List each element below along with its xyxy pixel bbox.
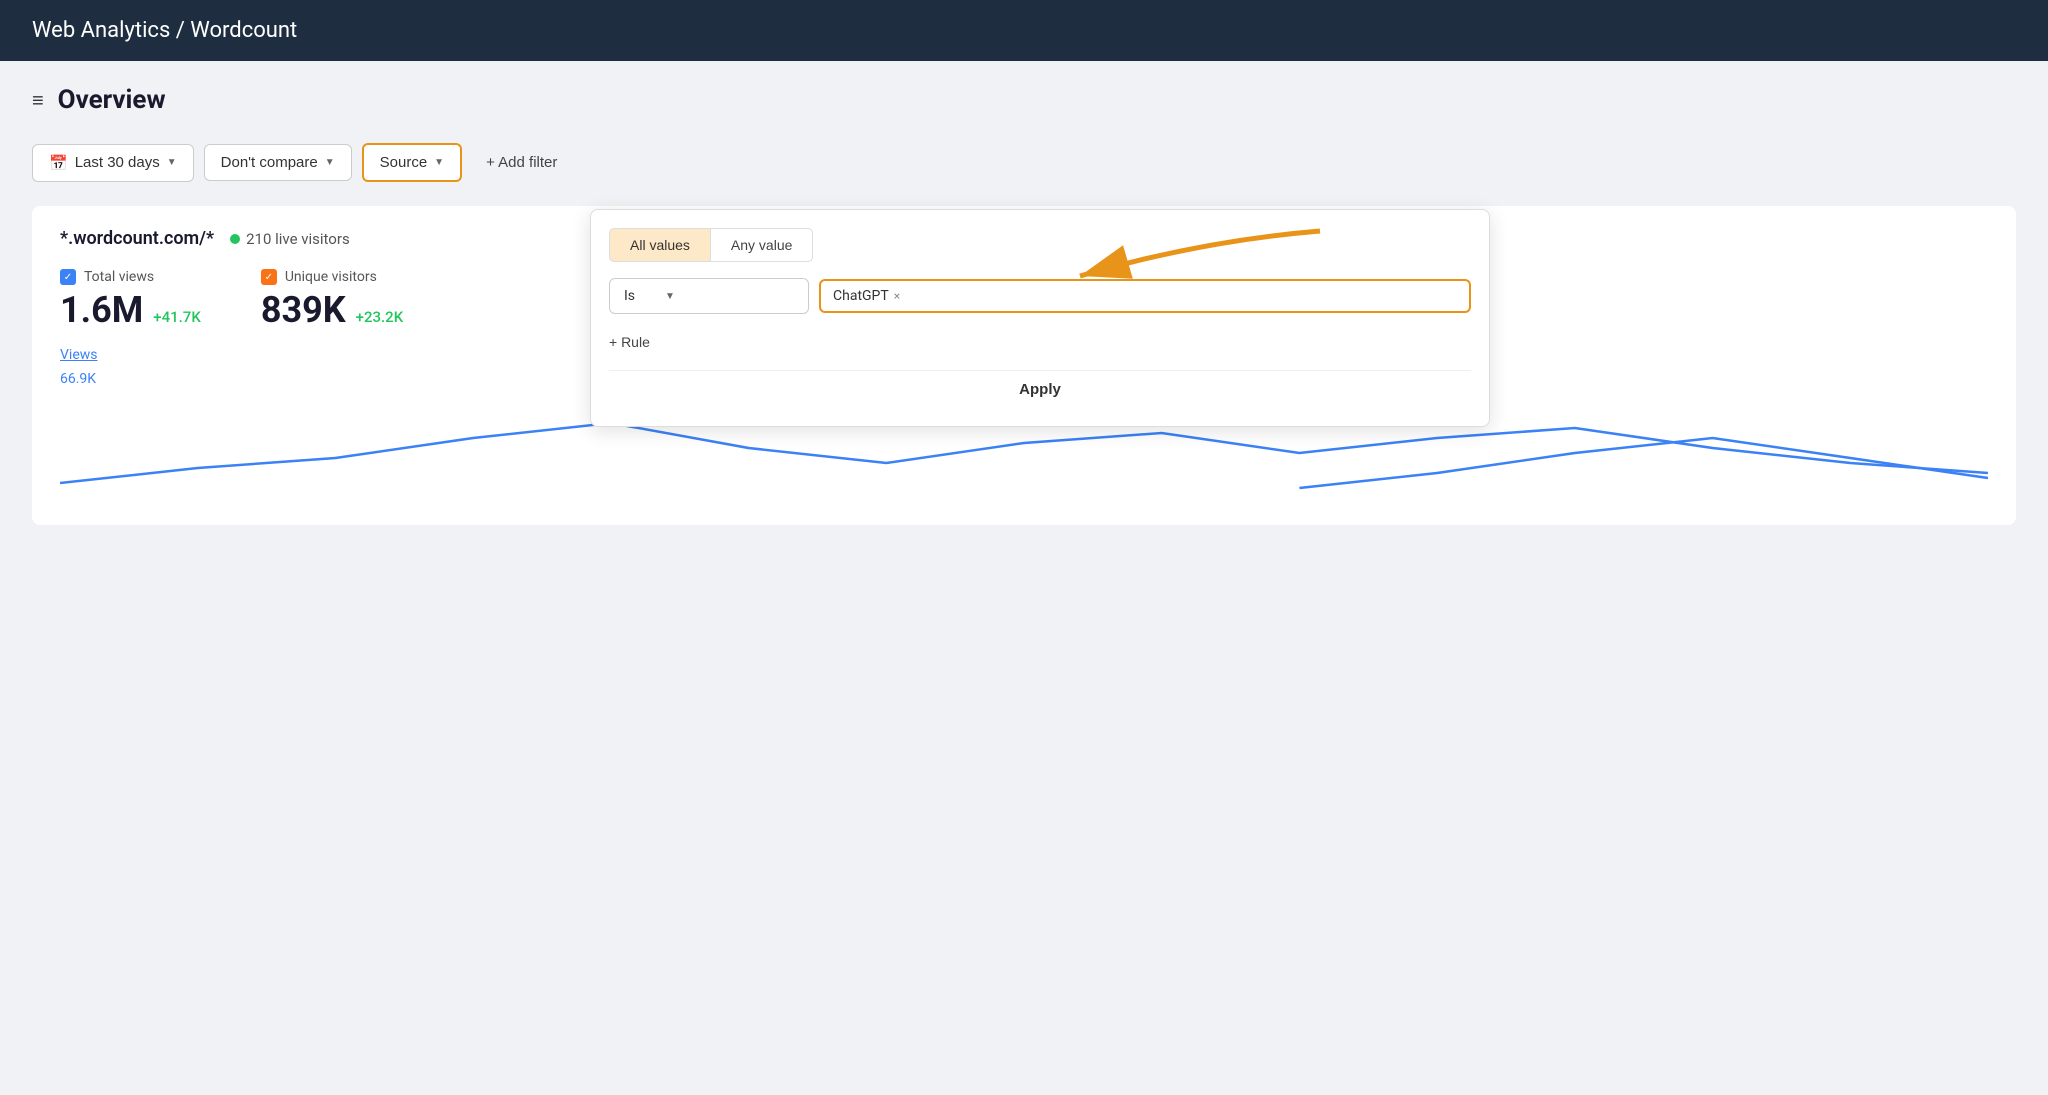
tag-remove-button[interactable]: ×	[894, 289, 900, 303]
add-filter-label: + Add filter	[486, 154, 557, 171]
unique-visitors-number: 839K	[261, 289, 346, 331]
tab-all-values[interactable]: All values	[609, 228, 710, 262]
overview-header: ≡ Overview	[32, 85, 2016, 115]
total-views-checkbox[interactable]: ✓	[60, 269, 76, 285]
filter-condition-row: Is ▼ ChatGPT ×	[609, 278, 1471, 314]
add-filter-button[interactable]: + Add filter	[472, 145, 571, 180]
metric-total-views: ✓ Total views 1.6M +41.7K	[60, 269, 201, 331]
add-rule-button[interactable]: + Rule	[609, 328, 650, 356]
compare-caret: ▼	[325, 157, 335, 168]
condition-caret: ▼	[665, 291, 675, 302]
unique-visitors-value: 839K +23.2K	[261, 289, 403, 331]
live-dot	[230, 234, 240, 244]
tag-value: ChatGPT	[833, 288, 889, 304]
date-range-label: Last 30 days	[75, 154, 160, 171]
calendar-icon: 📅	[49, 154, 68, 172]
live-visitors-label: 210 live visitors	[246, 230, 350, 248]
total-views-value: 1.6M +41.7K	[60, 289, 201, 331]
page-title: Overview	[58, 85, 166, 115]
top-nav: Web Analytics / Wordcount	[0, 0, 2048, 61]
filter-bar: 📅 Last 30 days ▼ Don't compare ▼ Source …	[32, 143, 2016, 182]
main-content: ≡ Overview 📅 Last 30 days ▼ Don't compar…	[0, 61, 2048, 1094]
unique-visitors-checkbox[interactable]: ✓	[261, 269, 277, 285]
site-name: *.wordcount.com/*	[60, 228, 214, 249]
condition-select[interactable]: Is ▼	[609, 278, 809, 314]
dropdown-tabs: All values Any value	[609, 228, 1471, 262]
total-views-text: Total views	[84, 269, 154, 285]
add-rule-label: + Rule	[609, 334, 650, 350]
total-views-delta: +41.7K	[153, 308, 201, 326]
tab-any-value[interactable]: Any value	[710, 228, 813, 262]
tab-any-value-label: Any value	[731, 237, 792, 253]
date-range-caret: ▼	[167, 157, 177, 168]
unique-visitors-text: Unique visitors	[285, 269, 377, 285]
total-views-number: 1.6M	[60, 289, 143, 331]
source-dropdown-panel: All values Any value Is ▼ ChatGPT × + Ru…	[590, 209, 1490, 427]
compare-label: Don't compare	[221, 154, 318, 171]
total-views-label: ✓ Total views	[60, 269, 201, 285]
source-caret: ▼	[434, 157, 444, 168]
apply-section: Apply	[609, 370, 1471, 408]
source-label: Source	[380, 154, 428, 171]
condition-label: Is	[624, 288, 635, 304]
hamburger-icon[interactable]: ≡	[32, 88, 44, 113]
chatgpt-tag: ChatGPT ×	[833, 288, 900, 304]
nav-title: Web Analytics / Wordcount	[32, 18, 297, 43]
metric-unique-visitors: ✓ Unique visitors 839K +23.2K	[261, 269, 403, 331]
source-button[interactable]: Source ▼	[362, 143, 462, 182]
unique-visitors-label: ✓ Unique visitors	[261, 269, 403, 285]
live-indicator: 210 live visitors	[230, 230, 350, 248]
tab-all-values-label: All values	[630, 237, 690, 253]
value-input-field[interactable]: ChatGPT ×	[819, 279, 1471, 313]
date-range-button[interactable]: 📅 Last 30 days ▼	[32, 144, 194, 182]
compare-button[interactable]: Don't compare ▼	[204, 144, 352, 181]
unique-visitors-delta: +23.2K	[356, 308, 404, 326]
apply-button[interactable]: Apply	[1019, 381, 1061, 398]
